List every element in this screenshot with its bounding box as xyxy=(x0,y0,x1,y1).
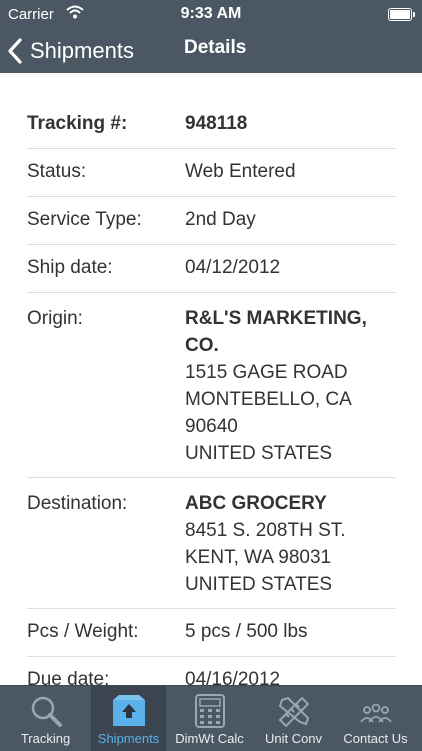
tracking-label: Tracking #: xyxy=(27,113,128,134)
tab-shipments-label: Shipments xyxy=(97,731,160,746)
pcs-weight-value: 5 pcs / 500 lbs xyxy=(185,621,308,642)
people-icon xyxy=(357,694,395,731)
tab-dimwt-calc-label: DimWt Calc xyxy=(175,731,244,746)
package-icon xyxy=(111,694,147,731)
destination-address: ABC GROCERY 8451 S. 208TH ST. KENT, WA 9… xyxy=(185,490,395,598)
origin-label: Origin: xyxy=(27,308,83,329)
page-title: Details xyxy=(184,37,247,58)
clock-time: 9:33 AM xyxy=(180,5,242,22)
destination-address1: 8451 S. 208TH ST. xyxy=(185,520,346,541)
service-type-value: 2nd Day xyxy=(185,209,256,230)
ship-date-value: 04/12/2012 xyxy=(185,257,281,278)
origin-address1: 1515 GAGE ROAD xyxy=(185,362,348,383)
detail-row-pcs-weight: Pcs / Weight: 5 pcs / 500 lbs xyxy=(27,609,395,657)
origin-country: UNITED STATES xyxy=(185,443,333,464)
detail-row-ship-date: Ship date: 04/12/2012 xyxy=(27,245,395,293)
magnifier-icon xyxy=(29,694,63,731)
status-bar: Carrier 9:33 AM xyxy=(0,0,422,28)
destination-name: ABC GROCERY xyxy=(185,493,327,514)
tab-unit-conv[interactable]: Unit Conv xyxy=(256,686,331,751)
tab-dimwt-calc[interactable]: DimWt Calc xyxy=(172,686,247,751)
tab-tracking-label: Tracking xyxy=(20,731,71,746)
service-type-label: Service Type: xyxy=(27,209,142,230)
tab-contact-us-label: Contact Us xyxy=(343,731,408,746)
destination-country: UNITED STATES xyxy=(185,574,333,595)
back-button[interactable]: Shipments xyxy=(6,34,134,68)
detail-row-destination: Destination: ABC GROCERY 8451 S. 208TH S… xyxy=(27,478,395,609)
tab-contact-us[interactable]: Contact Us xyxy=(338,686,413,751)
details-content[interactable]: Tracking #: 948118 Status: Web Entered S… xyxy=(0,73,422,685)
ruler-pencil-icon xyxy=(276,694,312,733)
tab-shipments[interactable]: Shipments xyxy=(91,686,166,751)
status-value: Web Entered xyxy=(185,161,296,182)
destination-address2: KENT, WA 98031 xyxy=(185,547,332,568)
calculator-icon xyxy=(194,694,226,731)
detail-row-status: Status: Web Entered xyxy=(27,149,395,197)
tab-bar: Tracking Shipments DimWt Calc Unit Conv … xyxy=(0,685,422,751)
detail-row-service-type: Service Type: 2nd Day xyxy=(27,197,395,245)
battery-icon xyxy=(388,8,415,21)
due-date-label: Due date: xyxy=(27,669,110,685)
detail-row-tracking: Tracking #: 948118 xyxy=(27,101,395,149)
origin-address3: 90640 xyxy=(185,416,238,437)
tracking-value: 948118 xyxy=(185,113,248,134)
tab-unit-conv-label: Unit Conv xyxy=(264,731,323,746)
origin-name-line2: CO. xyxy=(185,335,219,356)
pcs-weight-label: Pcs / Weight: xyxy=(27,621,139,642)
destination-label: Destination: xyxy=(27,493,128,514)
detail-row-origin: Origin: R&L'S MARKETING, CO. 1515 GAGE R… xyxy=(27,293,395,478)
detail-row-due-date: Due date: 04/16/2012 xyxy=(27,657,395,685)
navigation-bar: Shipments Details xyxy=(0,28,422,73)
origin-address: R&L'S MARKETING, CO. 1515 GAGE ROAD MONT… xyxy=(185,305,395,467)
status-label: Status: xyxy=(27,161,87,182)
due-date-value: 04/16/2012 xyxy=(185,669,281,685)
origin-address2: MONTEBELLO, CA xyxy=(185,389,352,410)
back-button-label: Shipments xyxy=(30,38,134,63)
origin-name-line1: R&L'S MARKETING, xyxy=(185,308,367,329)
top-bar: Carrier 9:33 AM Shipments Details xyxy=(0,0,422,73)
chevron-left-icon xyxy=(8,38,22,64)
ship-date-label: Ship date: xyxy=(27,257,113,278)
tab-tracking[interactable]: Tracking xyxy=(8,686,83,751)
